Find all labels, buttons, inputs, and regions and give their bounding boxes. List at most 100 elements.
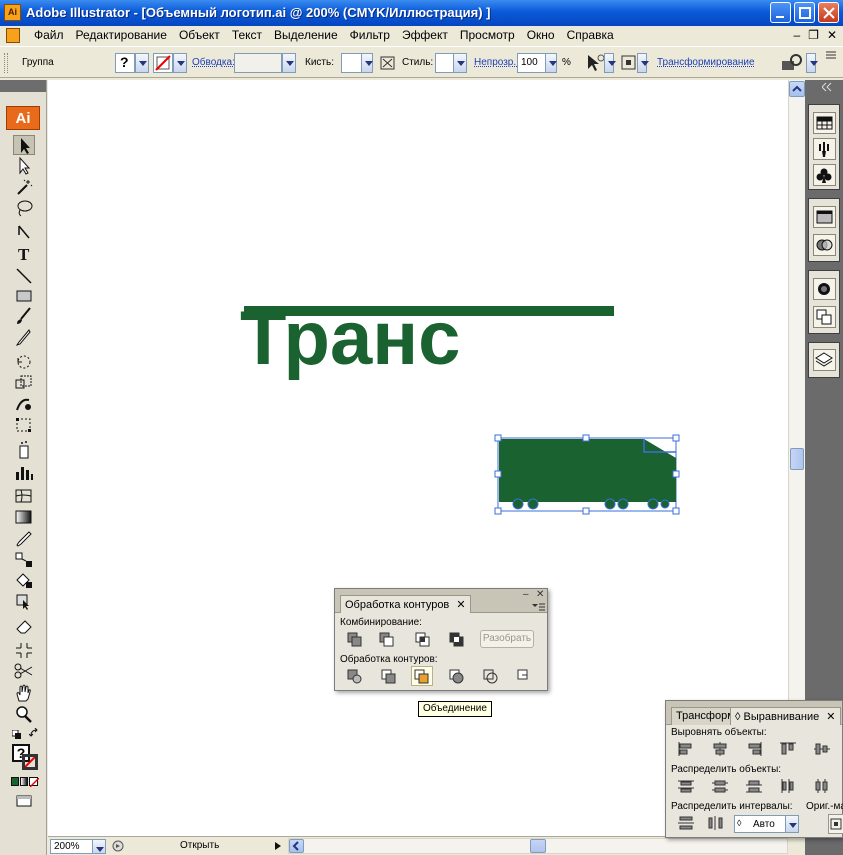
align-options-button[interactable] <box>620 53 638 73</box>
close-button[interactable] <box>818 2 839 23</box>
stroke-dropdown[interactable] <box>173 53 187 73</box>
none-mode-icon[interactable] <box>29 777 39 787</box>
distribute-hcenter-button[interactable] <box>812 777 832 795</box>
stroke-swatch[interactable] <box>153 53 173 73</box>
menu-file[interactable]: Файл <box>28 28 70 42</box>
subtract-from-shape-area-button[interactable] <box>377 630 397 648</box>
menu-filter[interactable]: Фильтр <box>344 28 396 42</box>
recolor-dropdown[interactable] <box>604 53 616 73</box>
panel-menu-icon[interactable] <box>532 602 546 612</box>
spacing-input[interactable]: ◊ Авто <box>734 815 788 833</box>
panel-close-icon[interactable]: ✕ <box>536 589 544 600</box>
merge-button[interactable] <box>411 666 433 686</box>
recolor-button[interactable] <box>584 53 606 73</box>
symbol-sprayer-tool[interactable] <box>13 440 35 460</box>
menu-help[interactable]: Справка <box>561 28 620 42</box>
pencil-tool[interactable] <box>13 327 35 347</box>
transform-link[interactable]: Трансформирование <box>657 57 755 68</box>
gradient-tool[interactable] <box>13 507 35 527</box>
brushes-panel-button[interactable] <box>813 138 836 160</box>
crop-button[interactable] <box>447 667 467 685</box>
selection-tool[interactable] <box>13 135 35 155</box>
document-icon[interactable] <box>6 28 20 43</box>
control-bar-grip[interactable] <box>4 53 8 73</box>
screen-mode-button[interactable] <box>15 794 33 808</box>
zoom-tool[interactable] <box>13 704 35 724</box>
brush-options-button[interactable] <box>378 53 398 73</box>
panel-minimize-icon[interactable]: ‒ <box>523 589 529 600</box>
divide-button[interactable] <box>345 667 365 685</box>
brush-dropdown[interactable] <box>361 53 373 73</box>
rectangle-tool[interactable] <box>13 286 35 306</box>
live-paint-bucket-tool[interactable] <box>13 570 35 590</box>
trim-button[interactable] <box>379 667 399 685</box>
opacity-input[interactable]: 100 <box>517 53 547 73</box>
align-dropdown[interactable] <box>637 53 649 73</box>
opacity-link[interactable]: Непрозр.: <box>474 57 519 68</box>
pen-tool[interactable] <box>13 223 35 243</box>
scale-tool[interactable] <box>13 373 35 393</box>
style-dropdown[interactable] <box>453 53 467 73</box>
default-colors-icon[interactable] <box>11 729 22 740</box>
stroke-panel-button[interactable] <box>813 206 836 228</box>
minimize-button[interactable] <box>770 2 791 23</box>
scroll-up-button[interactable] <box>789 81 805 97</box>
align-tab[interactable]: ◊ Выравнивание ✕ <box>730 707 841 725</box>
menu-type[interactable]: Текст <box>226 28 268 42</box>
live-paint-selection-tool[interactable] <box>13 591 35 611</box>
style-swatch[interactable] <box>435 53 455 73</box>
appearance-panel-button[interactable] <box>813 278 836 300</box>
direct-selection-tool[interactable] <box>13 156 35 176</box>
magic-wand-tool[interactable] <box>13 177 35 197</box>
stroke-weight-link[interactable]: Обводка: <box>192 57 235 68</box>
align-right-button[interactable] <box>744 740 764 758</box>
type-tool[interactable]: T <box>13 244 35 264</box>
control-bar-menu-icon[interactable] <box>824 49 838 61</box>
expand-button[interactable]: Разобрать <box>480 630 534 648</box>
slice-tool[interactable] <box>13 640 35 660</box>
stroke-weight-dropdown[interactable] <box>282 53 296 73</box>
line-tool[interactable] <box>13 266 35 286</box>
warp-tool[interactable] <box>13 394 35 414</box>
hand-tool[interactable] <box>13 683 35 703</box>
swatches-panel-button[interactable] <box>813 112 836 134</box>
menu-edit[interactable]: Редактирование <box>70 28 173 42</box>
gradient-panel-button[interactable] <box>813 234 836 256</box>
brush-swatch[interactable] <box>341 53 363 73</box>
menu-window[interactable]: Окно <box>521 28 561 42</box>
distribute-bottom-button[interactable] <box>744 777 764 795</box>
status-menu-arrow-icon[interactable] <box>274 841 282 851</box>
align-vertical-center-button[interactable] <box>812 740 832 758</box>
lasso-tool[interactable] <box>13 198 35 218</box>
menu-effect[interactable]: Эффект <box>396 28 454 42</box>
intersect-shape-areas-button[interactable] <box>413 630 433 648</box>
eraser-tool[interactable] <box>13 616 35 636</box>
outline-button[interactable] <box>481 667 501 685</box>
doc-close-icon[interactable]: ✕ <box>827 28 837 42</box>
tools-panel-grip[interactable] <box>0 80 46 92</box>
stroke-weight-input[interactable] <box>234 53 282 73</box>
exclude-overlapping-shape-areas-button[interactable] <box>447 630 467 648</box>
dock-collapse-icon[interactable] <box>821 82 838 92</box>
layers-panel-button[interactable] <box>813 349 836 371</box>
menu-object[interactable]: Объект <box>173 28 226 42</box>
add-to-shape-area-button[interactable] <box>345 630 365 648</box>
color-mode-icon[interactable] <box>11 777 19 786</box>
menu-view[interactable]: Просмотр <box>454 28 521 42</box>
graphic-styles-panel-button[interactable] <box>813 306 836 328</box>
doc-minimize-icon[interactable]: ‒ <box>793 28 800 42</box>
paintbrush-tool[interactable] <box>13 306 35 326</box>
gradient-mode-icon[interactable] <box>20 777 28 786</box>
zoom-dropdown[interactable] <box>92 839 106 854</box>
logo-text[interactable]: Транс <box>240 294 460 384</box>
hscroll-thumb[interactable] <box>530 839 546 853</box>
align-left-button[interactable] <box>676 740 696 758</box>
distribute-vcenter-button[interactable] <box>710 777 730 795</box>
swap-colors-icon[interactable] <box>28 727 41 740</box>
scroll-left-button[interactable] <box>289 839 304 853</box>
tab-close-icon[interactable]: ✕ <box>456 599 465 611</box>
rotate-tool[interactable] <box>13 352 35 372</box>
distribute-vertical-space-button[interactable] <box>676 814 696 832</box>
fill-dropdown[interactable] <box>135 53 149 73</box>
symbols-panel-button[interactable] <box>813 164 836 186</box>
